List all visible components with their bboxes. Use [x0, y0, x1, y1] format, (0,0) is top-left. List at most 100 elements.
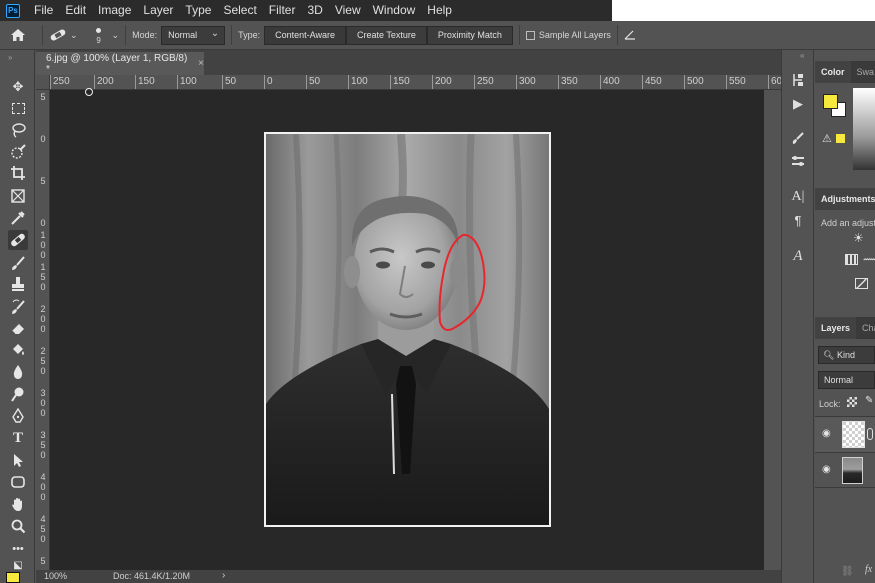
document-image[interactable] [264, 132, 551, 527]
more-tools[interactable]: ••• [8, 539, 28, 559]
tab-channels[interactable]: Cha [856, 317, 875, 339]
menu-help[interactable]: Help [421, 0, 458, 21]
menu-select[interactable]: Select [217, 0, 262, 21]
menu-3d[interactable]: 3D [301, 0, 328, 21]
vertical-scrollbar[interactable] [764, 90, 781, 570]
hand-tool[interactable] [8, 494, 28, 514]
visibility-eye-icon[interactable]: ◉ [822, 464, 831, 475]
link-layers-icon[interactable]: ⛓ [841, 566, 854, 577]
pen-tool[interactable] [8, 406, 28, 426]
close-icon[interactable]: × [198, 58, 204, 69]
actions-play-icon[interactable]: ▶ [788, 94, 808, 114]
character-panel-icon[interactable]: A| [788, 187, 808, 207]
mode-select[interactable]: Normal [161, 25, 226, 45]
layer-mask-link-icon[interactable] [867, 428, 873, 440]
out-of-gamut-warning-icon[interactable]: ⚠ [822, 132, 832, 145]
crop-tool[interactable] [8, 163, 28, 183]
move-tool[interactable]: ✥ [8, 77, 28, 97]
home-icon [11, 29, 25, 41]
swap-colors-icon[interactable]: ⬕ [8, 560, 28, 571]
spot-healing-brush-tool[interactable] [8, 230, 28, 250]
expand-panels-icon[interactable]: « [800, 51, 804, 60]
lock-label: Lock: [819, 399, 841, 409]
color-spectrum[interactable] [853, 88, 875, 170]
brush-tool[interactable] [8, 253, 28, 273]
rectangle-tool[interactable] [8, 472, 28, 492]
create-texture-button[interactable]: Create Texture [346, 25, 427, 45]
dodge-tool[interactable] [8, 384, 28, 404]
ruler-label: 550 [726, 75, 746, 89]
brushes-preset-icon[interactable] [788, 151, 808, 171]
history-panel-icon[interactable] [788, 70, 808, 90]
tool-preset-picker[interactable]: ⌄ [49, 28, 78, 42]
foreground-color-swatch[interactable] [6, 572, 20, 583]
chevron-down-icon[interactable]: ⌄ [112, 30, 120, 41]
angle-icon[interactable] [624, 30, 636, 40]
tab-color[interactable]: Color [815, 61, 851, 83]
gamut-swatch[interactable] [836, 134, 845, 143]
home-button[interactable] [0, 28, 36, 42]
frame-tool[interactable] [8, 186, 28, 206]
lock-transparent-icon[interactable] [847, 397, 857, 407]
levels-icon[interactable] [845, 254, 858, 265]
type-tool[interactable]: T [8, 428, 28, 448]
blend-mode-value: Normal [824, 375, 854, 385]
ruler-label: 50 [306, 75, 320, 89]
lasso-tool[interactable] [8, 120, 28, 140]
zoom-tool[interactable] [8, 516, 28, 536]
blur-tool[interactable] [8, 362, 28, 382]
tab-adjustments[interactable]: Adjustments [815, 188, 875, 210]
document-tab[interactable]: 6.jpg @ 100% (Layer 1, RGB/8) * × [36, 52, 204, 75]
content-aware-button[interactable]: Content-Aware [264, 25, 346, 45]
paint-bucket-icon [13, 344, 24, 355]
separator [616, 25, 618, 45]
layer-row-background[interactable]: ◉ [815, 452, 875, 488]
quick-select-tool[interactable] [8, 142, 28, 162]
collapse-toolbar-icon[interactable]: » [8, 53, 12, 62]
proximity-match-button[interactable]: Proximity Match [426, 25, 513, 45]
menu-window[interactable]: Window [367, 0, 422, 21]
zoom-level[interactable]: 100% [44, 571, 67, 581]
menu-type[interactable]: Type [179, 0, 217, 21]
layer-filter-kind[interactable]: 🔍︎ Kind [818, 346, 875, 364]
healing-brush-icon [11, 233, 25, 247]
photo-filter-icon[interactable] [855, 278, 868, 289]
glyphs-panel-icon[interactable]: A [788, 246, 808, 266]
menu-filter[interactable]: Filter [263, 0, 302, 21]
paragraph-panel-icon[interactable]: ¶ [788, 210, 808, 230]
visibility-eye-icon[interactable]: ◉ [822, 428, 831, 439]
status-menu-arrow[interactable]: › [222, 570, 225, 581]
clone-stamp-icon [12, 277, 24, 291]
blur-icon [13, 365, 23, 379]
marquee-tool[interactable] [8, 98, 28, 118]
layer-row-layer1[interactable]: ◉ [815, 416, 875, 452]
menu-layer[interactable]: Layer [137, 0, 179, 21]
curves-icon[interactable]: ⟿ [863, 252, 875, 266]
foreground-swatch[interactable] [823, 94, 838, 109]
layer-fx-icon[interactable]: fx [865, 564, 872, 575]
ruler-origin[interactable] [36, 75, 50, 90]
tools-panel: » ✥ T ••• ⬕ [0, 50, 35, 583]
brush-size-picker[interactable]: 9 [92, 26, 106, 45]
eraser-tool[interactable] [8, 318, 28, 338]
path-selection-icon [14, 454, 23, 467]
tab-layers[interactable]: Layers [815, 317, 856, 339]
document-canvas[interactable] [50, 88, 780, 570]
menu-image[interactable]: Image [92, 0, 137, 21]
brush-settings-icon[interactable] [788, 128, 808, 148]
horizontal-ruler[interactable]: 250 200 150 100 50 0 50 100 150 200 250 … [50, 75, 781, 90]
menu-view[interactable]: View [329, 0, 367, 21]
eyedropper-tool[interactable] [8, 208, 28, 228]
brightness-icon[interactable]: ☀ [853, 231, 864, 245]
vertical-ruler[interactable]: 5 0 5 0 1 0 0 1 5 0 2 0 0 2 5 0 3 0 0 3 … [36, 90, 50, 570]
lock-pixels-icon[interactable]: ✎ [865, 395, 873, 406]
menu-file[interactable]: File [28, 0, 59, 21]
clone-stamp-tool[interactable] [8, 274, 28, 294]
blend-mode-select[interactable]: Normal [818, 371, 875, 389]
sample-all-layers-checkbox[interactable] [525, 30, 535, 40]
menu-edit[interactable]: Edit [59, 0, 92, 21]
tab-swatches[interactable]: Swa [850, 61, 875, 83]
path-selection-tool[interactable] [8, 450, 28, 470]
history-brush-tool[interactable] [8, 297, 28, 317]
paint-bucket-tool[interactable] [8, 340, 28, 360]
